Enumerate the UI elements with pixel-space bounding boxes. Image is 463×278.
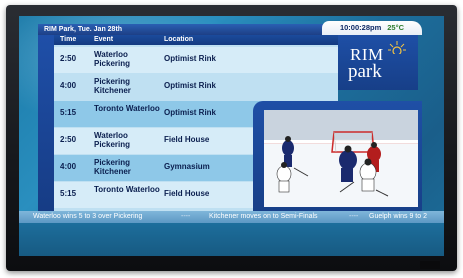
table-row: 4:00 Pickering Kitchener Optimist Rink [54, 74, 338, 100]
row-time: 2:50 [60, 54, 77, 63]
hockey-scene-image [264, 110, 418, 207]
news-ticker: Waterloo wins 5 to 3 over Pickering ----… [19, 211, 444, 223]
tv-power-indicator [420, 261, 440, 269]
logo-text-park: park [348, 61, 382, 82]
row-time: 5:15 [60, 108, 77, 117]
ticker-item: Guelph wins 9 to 2 [369, 213, 427, 220]
row-location: Field House [164, 189, 210, 198]
row-event: Toronto Waterloo [94, 185, 160, 194]
row-event: Waterloo Pickering [94, 131, 131, 149]
row-location: Field House [164, 135, 210, 144]
row-time: 2:50 [60, 135, 77, 144]
temperature: 25°C [387, 23, 405, 32]
row-event: Pickering Kitchener [94, 158, 131, 176]
row-time: 4:00 [60, 81, 77, 90]
column-header-event: Event [94, 36, 114, 43]
hockey-video-feed [264, 110, 418, 207]
ticker-separator: ---- [181, 213, 191, 220]
rim-park-logo: RIM park [338, 35, 418, 90]
ticker-separator: ---- [349, 213, 359, 220]
row-event: Pickering Kitchener [94, 77, 131, 95]
sun-icon [388, 41, 406, 54]
row-location: Optimist Rink [164, 54, 217, 63]
table-header: Time Event Location [54, 35, 338, 45]
location-date: RIM Park, Tue. Jan 28th [44, 26, 123, 33]
row-event: Waterloo Pickering [94, 50, 131, 68]
column-header-location: Location [164, 36, 194, 43]
clock-bar: 10:00:28pm 25°C [322, 21, 422, 35]
ticker-item: Kitchener moves on to Semi-Finals [209, 213, 318, 220]
left-accent-strip [38, 35, 54, 211]
column-header-time: Time [60, 36, 77, 43]
screen-bottom-band [19, 223, 444, 256]
header-bar: RIM Park, Tue. Jan 28th [38, 24, 334, 35]
row-location: Optimist Rink [164, 81, 217, 90]
row-time: 5:15 [60, 189, 77, 198]
row-time: 4:00 [60, 162, 77, 171]
row-location: Gymnasium [164, 162, 210, 171]
ticker-item: Waterloo wins 5 to 3 over Pickering [33, 213, 143, 220]
row-event: Toronto Waterloo [94, 104, 160, 113]
clock-time: 10:00:28pm [339, 23, 382, 32]
table-row: 2:50 Waterloo Pickering Optimist Rink [54, 47, 338, 73]
row-location: Optimist Rink [164, 108, 217, 117]
